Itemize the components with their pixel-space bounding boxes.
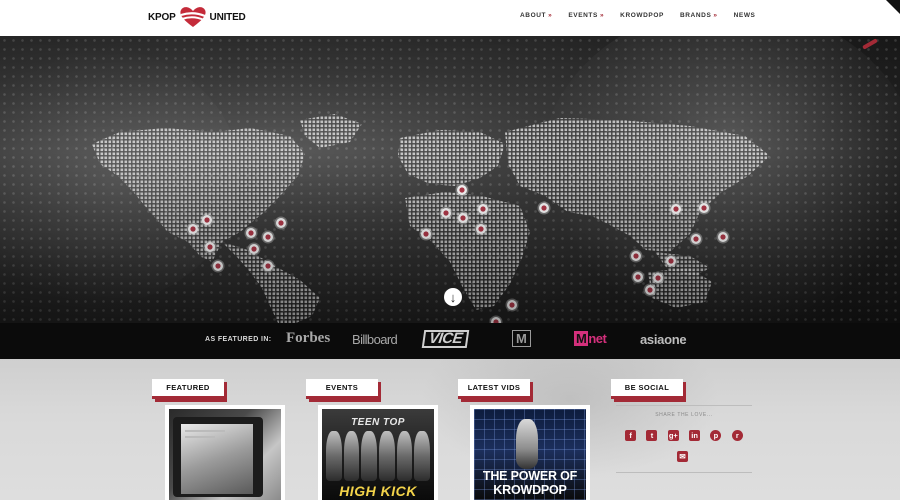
latest-vids-card[interactable]: THE POWER OF KROWDPOP <box>470 405 590 500</box>
linkedin-icon[interactable]: in <box>689 430 701 441</box>
latest-vids-card-text: THE POWER OF KROWDPOP <box>474 469 586 497</box>
latest-vids-card-image: THE POWER OF KROWDPOP <box>474 409 586 500</box>
heart-logo-icon <box>179 7 206 28</box>
member-figure <box>396 431 413 481</box>
arrow-down-circle-icon: ↓ <box>449 289 457 305</box>
nav-brands-caret: » <box>713 12 718 19</box>
tab-featured[interactable]: FEATURED <box>152 379 224 399</box>
nav-brands[interactable]: BRANDS» <box>680 12 718 19</box>
screen-text-line <box>185 430 225 432</box>
member-figure <box>343 431 360 481</box>
billboard-logo[interactable]: Billboard <box>352 332 398 347</box>
nav-events-label: EVENTS <box>568 12 598 19</box>
share-the-love-text: SHARE THE LOVE... <box>655 412 713 418</box>
latest-vids-text-line-1: THE POWER OF <box>482 469 578 483</box>
tab-latest-vids[interactable]: LATEST VIDS <box>458 379 530 399</box>
nav-krowdpop[interactable]: KROWDPOP <box>620 12 664 19</box>
events-card[interactable]: TEEN TOP HIGH KICK <box>318 405 438 500</box>
social-icons-row: f t g+ in p r <box>620 430 748 441</box>
nav-brands-label: BRANDS <box>679 12 712 19</box>
nav-about[interactable]: ABOUT» <box>520 12 552 19</box>
facebook-icon[interactable]: f <box>625 430 637 441</box>
events-card-headline: HIGH KICK <box>339 483 417 499</box>
featured-card[interactable] <box>165 405 285 500</box>
events-card-title: TEEN TOP <box>351 417 405 428</box>
tab-be-social-label: BE SOCIAL <box>624 383 670 392</box>
mnet-logo-rest: net <box>588 331 607 346</box>
nav-events-caret: » <box>599 12 605 19</box>
member-figure <box>414 431 431 481</box>
mtv-logo[interactable]: M <box>512 330 531 347</box>
featured-in-label: AS FEATURED IN: <box>205 336 272 343</box>
scroll-down-button[interactable]: ↓ <box>444 288 462 306</box>
tab-events-label: EVENTS <box>325 383 359 392</box>
group-photo <box>326 431 431 481</box>
tab-be-social[interactable]: BE SOCIAL <box>611 379 683 399</box>
forbes-logo[interactable]: Forbes <box>286 330 330 347</box>
mnet-logo-m: M <box>574 331 589 346</box>
featured-card-image <box>169 409 281 500</box>
pinterest-icon[interactable]: p <box>710 430 722 441</box>
mnet-logo[interactable]: Mnet <box>574 331 607 346</box>
nav-news-label: NEWS <box>733 12 756 19</box>
top-navigation-bar: KPOP UNITED ABOUT» EVENTS» KROWDPOP BRAN… <box>0 0 900 36</box>
content-sections: FEATURED EVENTS TEEN TOP HIGH KICK LATES… <box>0 359 900 500</box>
member-figure <box>379 431 395 481</box>
screen-text-line <box>185 436 215 438</box>
tab-events[interactable]: EVENTS <box>306 379 378 399</box>
performer-figure <box>516 419 538 469</box>
tablet-screen-image <box>181 424 253 494</box>
events-card-image: TEEN TOP HIGH KICK <box>322 409 434 500</box>
asiaone-logo[interactable]: asiaone <box>640 332 687 347</box>
member-figure <box>326 431 342 481</box>
google-plus-icon[interactable]: g+ <box>667 430 679 441</box>
nav-about-caret: » <box>548 12 553 19</box>
tab-featured-label: FEATURED <box>166 383 210 392</box>
logo-text-right: UNITED <box>209 11 246 23</box>
member-figure <box>361 431 378 481</box>
hero-shade <box>0 36 900 323</box>
be-social-panel: SHARE THE LOVE... f t g+ in p r ✉ <box>616 405 752 473</box>
site-logo[interactable]: KPOP UNITED <box>148 6 246 28</box>
reddit-icon[interactable]: r <box>731 430 743 441</box>
hero-world-map: ↓ <box>0 36 900 323</box>
nav-about-label: ABOUT <box>520 12 547 19</box>
latest-vids-text-line-2: KROWDPOP <box>493 483 567 497</box>
featured-in-bar: AS FEATURED IN: Forbes Billboard VICE M … <box>0 323 900 359</box>
logo-text-left: KPOP <box>148 11 176 23</box>
twitter-icon[interactable]: t <box>646 430 658 441</box>
nav-krowdpop-label: KROWDPOP <box>620 12 664 19</box>
tab-latest-vids-label: LATEST VIDS <box>467 383 521 392</box>
email-icon[interactable]: ✉ <box>677 451 688 462</box>
nav-events[interactable]: EVENTS» <box>568 12 604 19</box>
vice-logo[interactable]: VICE <box>421 330 470 348</box>
nav-news[interactable]: NEWS <box>734 12 756 19</box>
corner-ribbon[interactable] <box>886 0 900 14</box>
main-nav: ABOUT» EVENTS» KROWDPOP BRANDS» NEWS <box>520 12 772 19</box>
